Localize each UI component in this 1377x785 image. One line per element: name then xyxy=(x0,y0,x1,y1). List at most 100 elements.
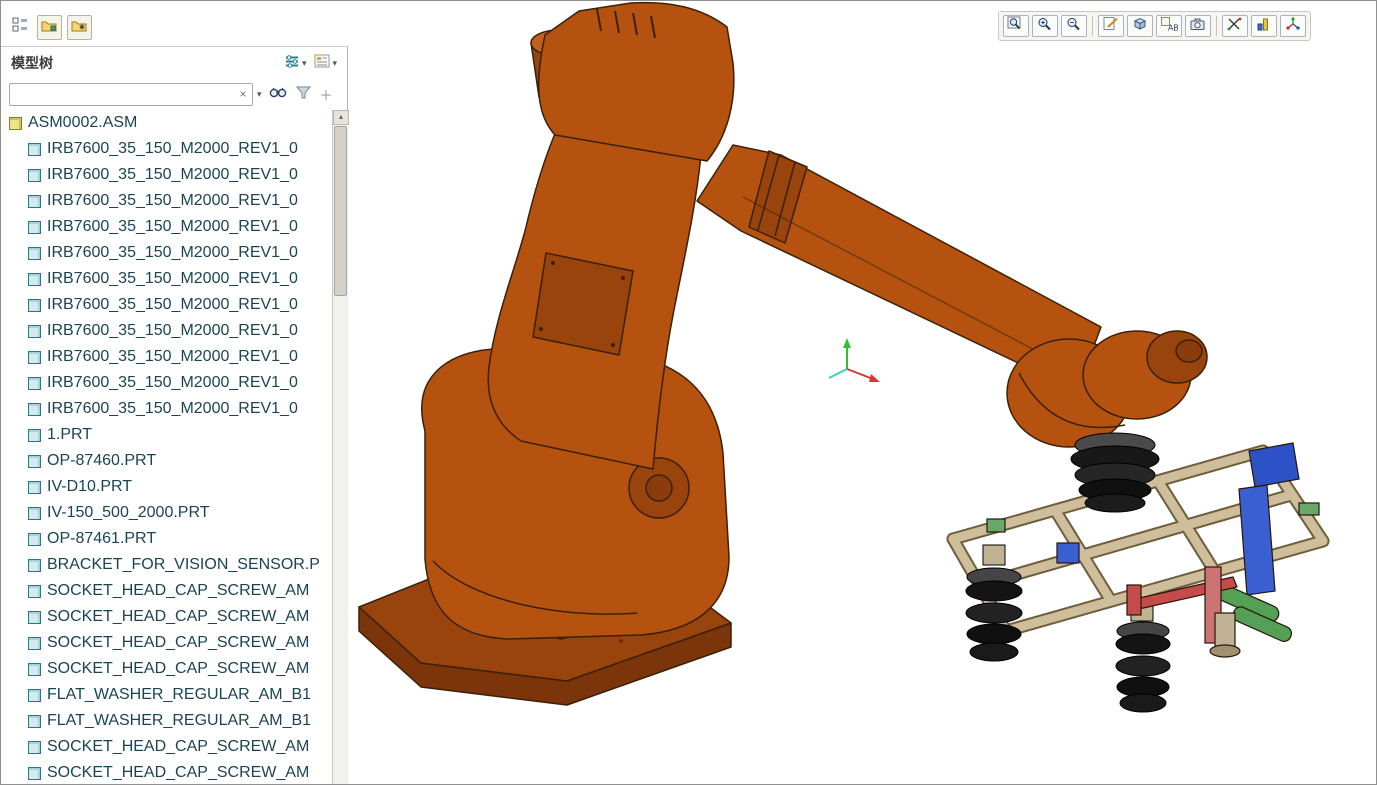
part-icon xyxy=(28,766,41,780)
zoom-refit-icon xyxy=(1007,16,1025,37)
part-icon xyxy=(28,636,41,650)
annotation-display-button[interactable]: AB xyxy=(1156,15,1182,37)
part-icon xyxy=(28,324,41,338)
part-icon xyxy=(28,688,41,702)
tree-item-assembly[interactable]: ASM0002.ASM xyxy=(1,110,332,136)
image-capture-button[interactable] xyxy=(1185,15,1211,37)
zoom-refit-button[interactable] xyxy=(1003,15,1029,37)
panel-title: 模型树 xyxy=(11,55,53,71)
search-input[interactable] xyxy=(9,83,253,106)
suction-cup-stack[interactable] xyxy=(965,544,1023,662)
datum-filter-icon xyxy=(1226,16,1244,37)
suction-cup-stack[interactable] xyxy=(1115,598,1171,713)
svg-text:AB: AB xyxy=(1168,23,1178,32)
tree-item[interactable]: IRB7600_35_150_M2000_REV1_0 xyxy=(1,266,332,292)
part-icon xyxy=(28,532,41,546)
part-icon xyxy=(28,246,41,260)
quick-toolbar xyxy=(7,15,92,40)
tree-item-label: OP-87461.PRT xyxy=(47,530,157,547)
part-icon xyxy=(28,714,41,728)
robot-wrist[interactable] xyxy=(1006,330,1208,448)
tree-item[interactable]: IRB7600_35_150_M2000_REV1_0 xyxy=(1,292,332,318)
find-button[interactable] xyxy=(266,82,290,107)
add-filter-button[interactable]: ＋ xyxy=(318,83,335,106)
tree-item[interactable]: IV-150_500_2000.PRT xyxy=(1,500,332,526)
tree-item[interactable]: IRB7600_35_150_M2000_REV1_0 xyxy=(1,162,332,188)
tree-item-label: IRB7600_35_150_M2000_REV1_0 xyxy=(47,270,298,287)
camera-icon xyxy=(1189,16,1207,37)
tree-item-label: FLAT_WASHER_REGULAR_AM_B1 xyxy=(47,712,312,729)
tree-item[interactable]: SOCKET_HEAD_CAP_SCREW_AM xyxy=(1,734,332,760)
tree-display-options-button[interactable]: ▾ xyxy=(310,51,341,76)
open-folder-button[interactable] xyxy=(37,15,62,40)
tree-item-label: OP-87460.PRT xyxy=(47,452,157,469)
search-box: × xyxy=(9,83,253,106)
display-style-button[interactable] xyxy=(1251,15,1277,37)
model-tree-header: 模型树 ▾ ▾ xyxy=(1,47,347,79)
model-tree-columns-button[interactable] xyxy=(7,15,32,40)
part-icon xyxy=(28,558,41,572)
assembly-icon xyxy=(9,116,22,130)
tree-item[interactable]: SOCKET_HEAD_CAP_SCREW_AM xyxy=(1,656,332,682)
tree-item-label: SOCKET_HEAD_CAP_SCREW_AM xyxy=(47,608,310,625)
tree-item[interactable]: SOCKET_HEAD_CAP_SCREW_AM xyxy=(1,578,332,604)
scroll-up-arrow[interactable]: ▲ xyxy=(333,110,349,125)
tree-item[interactable]: IRB7600_35_150_M2000_REV1_0 xyxy=(1,396,332,422)
tree-item[interactable]: OP-87461.PRT xyxy=(1,526,332,552)
tree-settings-button[interactable]: ▾ xyxy=(280,51,311,76)
search-history-caret[interactable]: ▾ xyxy=(257,89,262,100)
tree-item[interactable]: SOCKET_HEAD_CAP_SCREW_AM xyxy=(1,604,332,630)
part-icon xyxy=(28,480,41,494)
tree-item-label: SOCKET_HEAD_CAP_SCREW_AM xyxy=(47,634,310,651)
tree-display-icon xyxy=(314,54,330,73)
favorites-folder-button[interactable] xyxy=(67,15,92,40)
datum-display-filter-button[interactable] xyxy=(1222,15,1248,37)
part-icon xyxy=(28,194,41,208)
tree-item[interactable]: IRB7600_35_150_M2000_REV1_0 xyxy=(1,318,332,344)
model-tree-panel: 模型树 ▾ ▾ × ▾ ＋ ASM0002.ASM IRB7600_35_150… xyxy=(1,46,349,784)
binoculars-icon xyxy=(268,84,288,105)
part-icon xyxy=(28,168,41,182)
tree-item[interactable]: IRB7600_35_150_M2000_REV1_0 xyxy=(1,370,332,396)
model-tree-list: ASM0002.ASM IRB7600_35_150_M2000_REV1_0 … xyxy=(1,110,332,784)
zoom-in-icon xyxy=(1036,16,1054,37)
tree-item[interactable]: IRB7600_35_150_M2000_REV1_0 xyxy=(1,240,332,266)
part-icon xyxy=(28,350,41,364)
folder-icon xyxy=(41,18,58,38)
spin-center-icon xyxy=(1284,16,1302,37)
tree-item-label: IRB7600_35_150_M2000_REV1_0 xyxy=(47,348,298,365)
tree-item-label: FLAT_WASHER_REGULAR_AM_B1 xyxy=(47,686,312,703)
tree-item[interactable]: IV-D10.PRT xyxy=(1,474,332,500)
tree-item[interactable]: IRB7600_35_150_M2000_REV1_0 xyxy=(1,214,332,240)
tree-item-label: IV-150_500_2000.PRT xyxy=(47,504,210,521)
repaint-button[interactable] xyxy=(1098,15,1124,37)
tree-item[interactable]: OP-87460.PRT xyxy=(1,448,332,474)
tree-item[interactable]: BRACKET_FOR_VISION_SENSOR.P xyxy=(1,552,332,578)
saved-views-button[interactable] xyxy=(1127,15,1153,37)
tree-item[interactable]: IRB7600_35_150_M2000_REV1_0 xyxy=(1,136,332,162)
clear-search-icon[interactable]: × xyxy=(236,85,250,102)
tree-item[interactable]: SOCKET_HEAD_CAP_SCREW_AM xyxy=(1,760,332,784)
tree-item[interactable]: 1.PRT xyxy=(1,422,332,448)
part-icon xyxy=(28,584,41,598)
vertical-scrollbar[interactable]: ▲ ▼ xyxy=(332,110,349,784)
tree-item-label: IRB7600_35_150_M2000_REV1_0 xyxy=(47,218,298,235)
annotation-display-icon: AB xyxy=(1160,16,1179,37)
tree-item[interactable]: FLAT_WASHER_REGULAR_AM_B1 xyxy=(1,708,332,734)
zoom-out-button[interactable] xyxy=(1061,15,1087,37)
tree-item[interactable]: IRB7600_35_150_M2000_REV1_0 xyxy=(1,188,332,214)
part-icon xyxy=(28,220,41,234)
tree-item[interactable]: IRB7600_35_150_M2000_REV1_0 xyxy=(1,344,332,370)
filter-button[interactable] xyxy=(294,83,314,107)
zoom-in-button[interactable] xyxy=(1032,15,1058,37)
tree-item[interactable]: SOCKET_HEAD_CAP_SCREW_AM xyxy=(1,630,332,656)
view-toolbar: AB xyxy=(998,11,1311,41)
tree-item-label: ASM0002.ASM xyxy=(28,114,138,131)
spin-center-button[interactable] xyxy=(1280,15,1306,37)
toolbar-separator xyxy=(1216,16,1217,36)
vertical-scroll-thumb[interactable] xyxy=(334,126,347,296)
tree-item[interactable]: FLAT_WASHER_REGULAR_AM_B1 xyxy=(1,682,332,708)
tree-item-label: SOCKET_HEAD_CAP_SCREW_AM xyxy=(47,764,310,781)
chevron-down-icon: ▾ xyxy=(301,57,307,68)
tree-item-label: IRB7600_35_150_M2000_REV1_0 xyxy=(47,374,298,391)
